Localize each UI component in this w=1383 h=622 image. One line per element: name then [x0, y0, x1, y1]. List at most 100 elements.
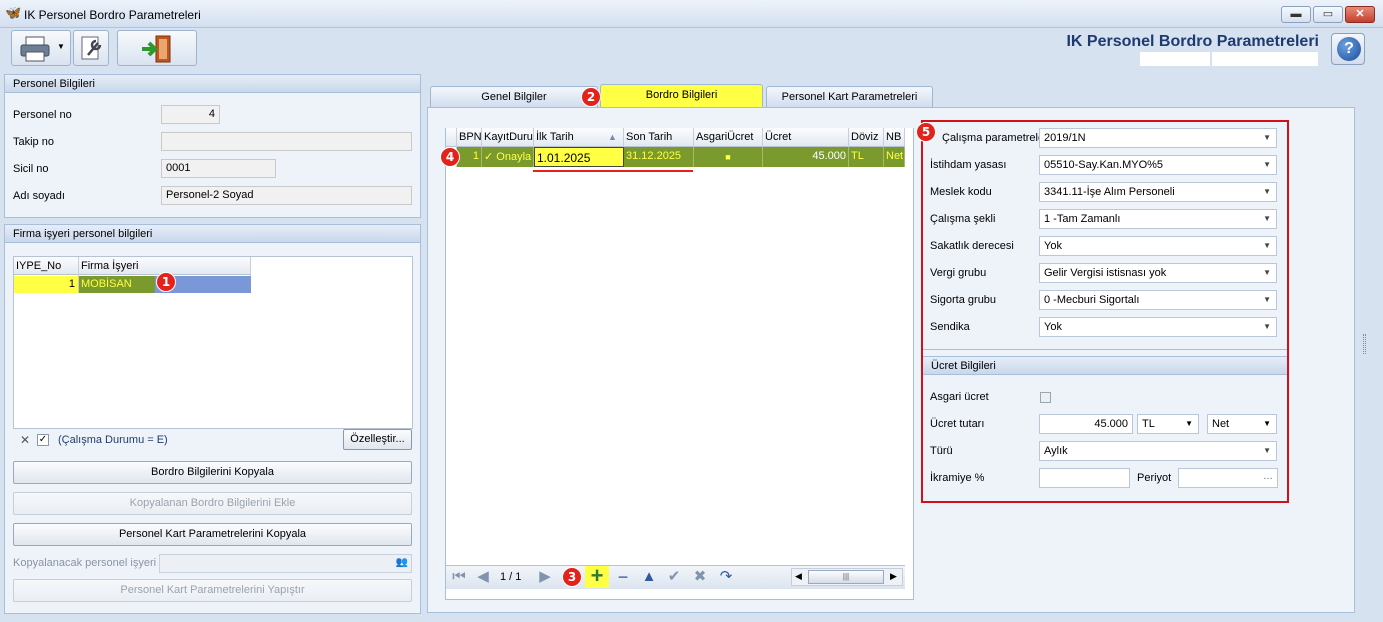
sakatlik-select[interactable]: Yok ▼ — [1039, 236, 1277, 256]
title-bar: 🦋 IK Personel Bordro Parametreleri ▬ ▭ ✕ — [0, 0, 1383, 28]
personel-no-field[interactable]: 4 — [161, 105, 220, 124]
tab-bordro-bilgileri[interactable]: Bordro Bilgileri — [600, 84, 763, 107]
header-strip — [1212, 52, 1318, 66]
ellipsis-icon[interactable]: … — [1263, 471, 1273, 482]
copy-card-button[interactable]: Personel Kart Parametrelerini Kopyala — [13, 523, 412, 546]
vergi-select[interactable]: Gelir Vergisi istisnası yok ▼ — [1039, 263, 1277, 283]
chevron-down-icon: ▼ — [1263, 160, 1271, 169]
sendika-value: Yok — [1044, 321, 1062, 333]
chevron-down-icon: ▼ — [1185, 419, 1193, 428]
currency-select[interactable]: TL ▼ — [1137, 414, 1199, 434]
copy-target-label: Kopyalanacak personel işyeri — [13, 557, 157, 569]
table-row[interactable]: 1 MOBİSAN — [14, 276, 251, 293]
chevron-down-icon: ▼ — [1263, 419, 1271, 428]
cell-status[interactable]: ✓ Onayla — [482, 147, 534, 167]
takip-no-field[interactable] — [161, 132, 412, 151]
table-row[interactable]: 1 ✓ Onayla 1.01.2025 31.12.2025 ■ 45.000… — [446, 147, 905, 167]
bonus-label: İkramiye % — [930, 472, 985, 484]
splitter-handle[interactable] — [1363, 334, 1366, 354]
bordro-grid-header: BPN KayıtDurumu İlk Tarih ▲ Son Tarih As… — [446, 128, 905, 147]
col-indicator — [446, 128, 457, 147]
prev-record-icon[interactable]: ◀ — [473, 566, 493, 588]
ad-soyad-field[interactable]: Personel-2 Soyad — [161, 186, 412, 205]
cell-doviz[interactable]: TL — [849, 147, 884, 167]
settings-button[interactable] — [73, 30, 109, 66]
row-iype-no[interactable]: 1 — [14, 276, 79, 293]
maximize-button[interactable]: ▭ — [1313, 6, 1343, 23]
calisma-sekli-select[interactable]: 1 -Tam Zamanlı ▼ — [1039, 209, 1277, 229]
calisma-sekli-value: 1 -Tam Zamanlı — [1044, 213, 1121, 225]
filter-checkbox[interactable]: ✓ — [37, 434, 49, 446]
col-kayit-durumu[interactable]: KayıtDurumu — [482, 128, 534, 147]
paste-card-button[interactable]: Personel Kart Parametrelerini Yapıştır — [13, 579, 412, 602]
istihdam-select[interactable]: 05510-Say.Kan.MYO%5 ▼ — [1039, 155, 1277, 175]
move-up-icon[interactable]: ▲ — [639, 566, 659, 588]
cell-son-tarih[interactable]: 31.12.2025 — [624, 147, 694, 167]
cell-bpn[interactable]: 1 — [457, 147, 482, 167]
row-firma-name[interactable]: MOBİSAN — [79, 276, 155, 293]
chevron-down-icon: ▼ — [1263, 295, 1271, 304]
calisma-param-value: 2019/1N — [1044, 132, 1086, 144]
help-icon: ? — [1337, 37, 1361, 61]
bonus-input[interactable] — [1039, 468, 1130, 488]
col-ucret[interactable]: Ücret — [763, 128, 849, 147]
copy-bordro-button[interactable]: Bordro Bilgilerini Kopyala — [13, 461, 412, 484]
chevron-down-icon: ▼ — [1263, 187, 1271, 196]
window-title: IK Personel Bordro Parametreleri — [24, 8, 201, 22]
delete-record-icon[interactable]: − — [613, 566, 633, 588]
col-nb[interactable]: NB — [884, 128, 905, 147]
next-record-icon[interactable]: ▶ — [535, 566, 555, 588]
cell-nb[interactable]: Net — [884, 147, 905, 167]
cell-ilk-tarih[interactable]: 1.01.2025 — [534, 147, 624, 167]
scroll-thumb[interactable]: ||| — [808, 570, 884, 584]
firma-grid-header: IYPE_No Firma İşyeri — [14, 257, 251, 276]
chevron-down-icon: ▼ — [1263, 214, 1271, 223]
sendika-select[interactable]: Yok ▼ — [1039, 317, 1277, 337]
col-asgari-ucret[interactable]: AsgariÜcret — [694, 128, 763, 147]
sicil-no-field[interactable]: 0001 — [161, 159, 276, 178]
chevron-down-icon: ▼ — [1263, 322, 1271, 331]
period-label: Periyot — [1137, 472, 1172, 484]
col-iype-no[interactable]: IYPE_No — [14, 257, 79, 276]
customize-button[interactable]: Özelleştir... — [343, 429, 412, 450]
ad-soyad-label: Adı soyadı — [13, 190, 65, 202]
wage-amount-input[interactable]: 45.000 — [1039, 414, 1133, 434]
minimize-button[interactable]: ▬ — [1281, 6, 1311, 23]
sigorta-select[interactable]: 0 -Mecburi Sigortalı ▼ — [1039, 290, 1277, 310]
currency-value: TL — [1142, 418, 1155, 430]
min-wage-checkbox[interactable] — [1040, 392, 1051, 403]
meslek-select[interactable]: 3341.11-İşe Alım Personeli ▼ — [1039, 182, 1277, 202]
callout-badge-5: 5 — [916, 122, 936, 142]
cell-asgari-ucret[interactable]: ■ — [694, 147, 763, 167]
tab-genel-bilgiler[interactable]: Genel Bilgiler — [430, 86, 598, 108]
istihdam-value: 05510-Say.Kan.MYO%5 — [1044, 159, 1164, 171]
tab-personel-kart[interactable]: Personel Kart Parametreleri — [766, 86, 933, 108]
scroll-left-icon[interactable]: ◀ — [795, 571, 802, 582]
butterfly-icon: 🦋 — [5, 5, 22, 20]
param-label-sigorta: Sigorta grubu — [930, 294, 997, 306]
copy-target-field[interactable]: 👥 — [159, 554, 412, 573]
scroll-right-icon[interactable]: ▶ — [890, 571, 897, 582]
first-record-icon[interactable]: ⏮ — [449, 566, 469, 588]
net-select[interactable]: Net ▼ — [1207, 414, 1277, 434]
type-select[interactable]: Aylık ▼ — [1039, 441, 1277, 461]
refresh-icon[interactable]: ↷ — [716, 566, 736, 588]
col-bpn[interactable]: BPN — [457, 128, 482, 147]
period-input[interactable]: … — [1178, 468, 1278, 488]
calisma-param-select[interactable]: 2019/1N ▼ — [1039, 128, 1277, 148]
post-edit-icon[interactable]: ✔ — [664, 566, 684, 588]
clear-filter-icon[interactable]: ✕ — [20, 433, 30, 447]
col-son-tarih[interactable]: Son Tarih — [624, 128, 694, 147]
close-button[interactable]: ✕ — [1345, 6, 1375, 23]
add-copied-button[interactable]: Kopyalanan Bordro Bilgilerini Ekle — [13, 492, 412, 515]
cancel-edit-icon[interactable]: ✖ — [690, 566, 710, 588]
add-record-icon[interactable]: + — [585, 565, 609, 588]
cell-ucret[interactable]: 45.000 — [763, 147, 849, 167]
help-button[interactable]: ? — [1331, 33, 1365, 65]
col-doviz[interactable]: Döviz — [849, 128, 884, 147]
chevron-down-icon: ▼ — [1263, 446, 1271, 455]
binoculars-icon: 👥 — [395, 557, 408, 568]
exit-button[interactable] — [117, 30, 197, 66]
print-button[interactable]: ▼ — [11, 30, 71, 66]
horizontal-scrollbar[interactable]: ◀ ||| ▶ — [791, 568, 903, 586]
